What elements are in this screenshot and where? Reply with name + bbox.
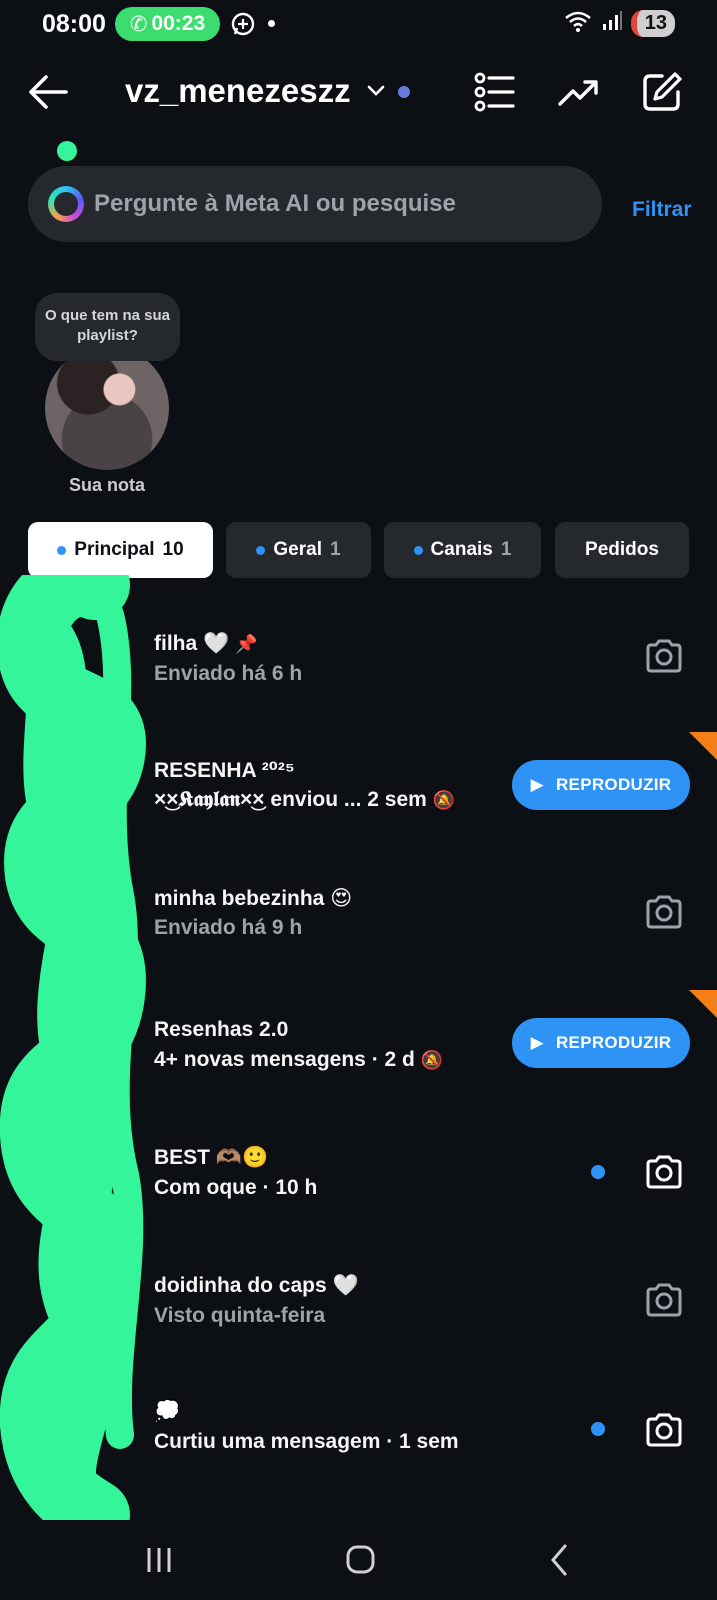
tab-label: Geral xyxy=(273,539,322,560)
chat-title: Resenhas 2.0 xyxy=(154,1018,289,1041)
call-duration: 00:23 xyxy=(151,12,206,35)
ongoing-call-pill[interactable]: ✆ 00:23 xyxy=(115,7,220,41)
account-username[interactable]: vz_menezeszz xyxy=(125,72,351,110)
direct-inbox-screen: 08:00 ✆ 00:23 13 vz_menezeszz Pergunte à… xyxy=(0,0,717,1600)
insights-button[interactable] xyxy=(556,70,600,114)
chevron-down-icon[interactable] xyxy=(366,84,386,103)
camera-icon[interactable] xyxy=(644,638,684,674)
system-navigation-bar xyxy=(0,1520,717,1600)
chat-title: filha 🤍 📌 xyxy=(154,632,258,655)
pin-icon: 📌 xyxy=(235,634,258,654)
nav-back-button[interactable] xyxy=(535,1540,585,1580)
muted-bell-icon: 🔕 xyxy=(420,1050,444,1070)
list-icon xyxy=(474,72,515,112)
chat-title: minha bebezinha 😍 xyxy=(154,887,353,910)
home-button[interactable] xyxy=(335,1540,385,1580)
chevron-left-icon xyxy=(551,1544,567,1576)
signal-icon xyxy=(601,10,623,37)
back-button[interactable] xyxy=(26,72,70,112)
camera-icon[interactable] xyxy=(644,1412,684,1448)
search-input[interactable]: Pergunte à Meta AI ou pesquise xyxy=(28,166,602,242)
list-view-button[interactable] xyxy=(473,70,517,114)
play-button-label: REPRODUZIR xyxy=(555,1033,672,1052)
green-scribble-dot xyxy=(57,141,77,161)
chat-subtitle: Com oque · 10 h xyxy=(154,1176,318,1199)
camera-icon[interactable] xyxy=(644,1154,684,1190)
status-indicators: 13 xyxy=(563,9,675,38)
chat-title: RESENHA ²⁰²⁵ xyxy=(154,759,295,782)
chat-subtitle: ×͜×𝕶𝖆𝖞𝖑𝖆𝖓×͜× enviou ... 2 sem 🔕 xyxy=(154,788,456,811)
unread-dot xyxy=(57,545,67,555)
status-bar: 08:00 ✆ 00:23 13 xyxy=(0,0,717,48)
scribble-redaction xyxy=(0,575,146,1525)
play-icon: ▶ xyxy=(530,775,544,794)
recent-apps-button[interactable] xyxy=(135,1540,185,1580)
tab-count: 10 xyxy=(162,539,184,560)
phone-icon: ✆ xyxy=(129,12,148,36)
compose-icon xyxy=(643,72,682,111)
unread-dot xyxy=(591,1165,605,1179)
new-message-button[interactable] xyxy=(640,70,684,114)
chat-title: doidinha do caps 🤍 xyxy=(154,1274,359,1297)
tab-label: Pedidos xyxy=(585,539,659,560)
recents-icon xyxy=(147,1548,171,1572)
muted-bell-icon: 🔕 xyxy=(432,790,456,810)
unread-dot xyxy=(591,1422,605,1436)
home-icon xyxy=(346,1545,375,1574)
tab-principal[interactable]: Principal 10 xyxy=(28,522,213,578)
trending-up-icon xyxy=(558,80,598,106)
camera-icon[interactable] xyxy=(644,894,684,930)
avatar[interactable] xyxy=(45,346,169,470)
chat-subtitle: Curtiu uma mensagem · 1 sem xyxy=(154,1430,459,1453)
arrow-left-icon xyxy=(29,75,68,109)
filter-button[interactable]: Filtrar xyxy=(632,198,692,222)
chat-subtitle: 4+ novas mensagens · 2 d 🔕 xyxy=(154,1048,444,1071)
chat-subtitle: Visto quinta-feira xyxy=(154,1304,326,1327)
play-icon: ▶ xyxy=(530,1033,544,1052)
note-bubble[interactable]: O que tem na sua playlist? xyxy=(35,293,180,361)
note-label: Sua nota xyxy=(68,475,145,495)
unread-dot xyxy=(413,545,423,555)
wifi-icon xyxy=(563,9,593,38)
chat-title: BEST 🫶🏽🙂 xyxy=(154,1146,269,1169)
play-button-label: REPRODUZIR xyxy=(555,775,672,794)
tab-label: Canais xyxy=(430,539,493,560)
tab-label: Principal xyxy=(74,539,155,560)
chat-subtitle: Enviado há 6 h xyxy=(154,662,303,685)
tab-count: 1 xyxy=(500,539,512,560)
camera-icon[interactable] xyxy=(644,1282,684,1318)
whatsapp-icon xyxy=(230,11,256,42)
tab-pedidos[interactable]: Pedidos xyxy=(555,522,689,578)
notification-dot xyxy=(268,20,275,27)
play-button[interactable]: ▶ REPRODUZIR xyxy=(512,1018,690,1068)
unread-dot xyxy=(256,545,266,555)
play-button[interactable]: ▶ REPRODUZIR xyxy=(512,760,690,810)
inbox-header: vz_menezeszz xyxy=(0,62,717,122)
corner-badge xyxy=(689,990,717,1018)
meta-ai-icon xyxy=(48,186,84,222)
chat-subtitle: Enviado há 9 h xyxy=(154,916,303,939)
status-time: 08:00 xyxy=(42,10,106,38)
tab-canais[interactable]: Canais 1 xyxy=(384,522,541,578)
battery-indicator: 13 xyxy=(630,10,675,37)
search-placeholder: Pergunte à Meta AI ou pesquise xyxy=(94,190,456,217)
tab-count: 1 xyxy=(330,539,341,560)
corner-badge xyxy=(689,732,717,760)
tab-geral[interactable]: Geral 1 xyxy=(226,522,371,578)
account-status-dot xyxy=(398,86,410,98)
